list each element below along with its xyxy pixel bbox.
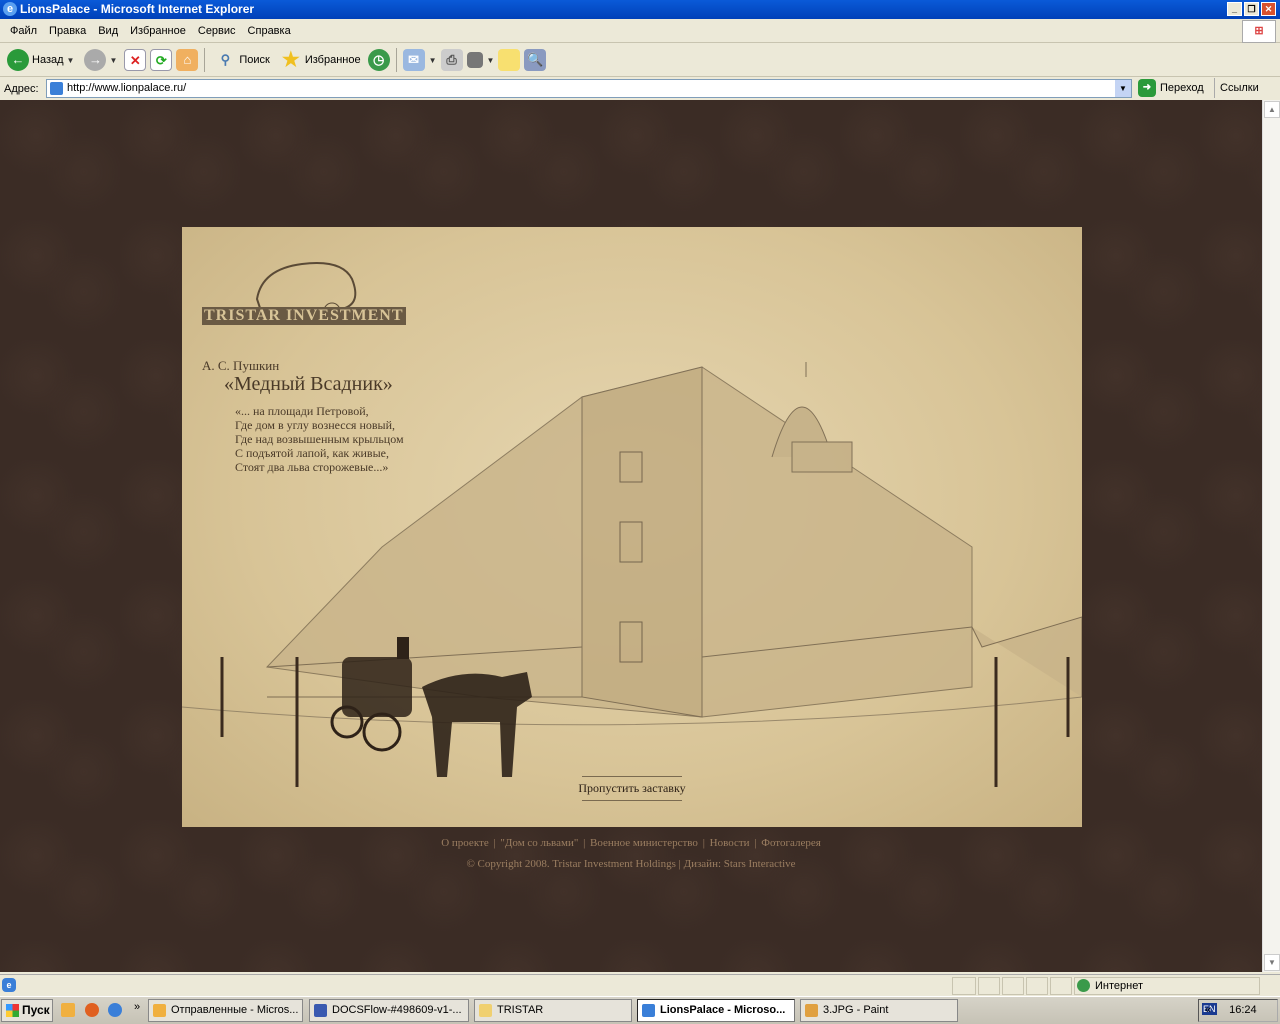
- home-icon[interactable]: ⌂: [176, 49, 199, 71]
- quicklaunch-outlook-icon[interactable]: [61, 1003, 75, 1017]
- stop-icon[interactable]: ✕: [124, 49, 147, 71]
- forward-button[interactable]: → ▼: [81, 46, 120, 74]
- poem-author: А. С. Пушкин: [202, 358, 280, 373]
- task-paint[interactable]: 3.JPG - Paint: [800, 999, 958, 1022]
- go-button[interactable]: ➜ Переход: [1138, 79, 1204, 97]
- nav-about[interactable]: О проекте: [441, 837, 489, 849]
- skip-intro-link[interactable]: Пропустить заставку: [562, 772, 702, 805]
- title-bar: e LionsPalace - Microsoft Internet Explo…: [0, 0, 1280, 19]
- close-button[interactable]: ✕: [1261, 2, 1276, 16]
- links-button[interactable]: Ссылки: [1214, 78, 1259, 98]
- quicklaunch-more[interactable]: »: [134, 1001, 140, 1013]
- task-docsflow[interactable]: DOCSFlow-#498609-v1-...: [309, 999, 469, 1022]
- quicklaunch-ie-icon[interactable]: [108, 1003, 122, 1017]
- menu-bar: Файл Правка Вид Избранное Сервис Справка: [0, 20, 1280, 43]
- notes-icon[interactable]: [498, 49, 521, 71]
- menu-help[interactable]: Справка: [242, 25, 297, 37]
- page-icon: [50, 82, 63, 95]
- print-icon[interactable]: ⎙: [440, 49, 463, 71]
- quicklaunch-firefox-icon[interactable]: [85, 1003, 99, 1017]
- nav-lion-house[interactable]: "Дом со львами": [500, 837, 578, 849]
- menu-edit[interactable]: Правка: [43, 25, 92, 37]
- menu-favorites[interactable]: Избранное: [124, 25, 192, 37]
- address-label: Адрес:: [4, 83, 39, 95]
- restore-button[interactable]: ❐: [1244, 2, 1259, 16]
- poem-text: «... на площади Петровой, Где дом в углу…: [235, 404, 404, 474]
- footer: О проекте | "Дом со львами" | Военное ми…: [441, 837, 821, 870]
- taskbar: Пуск » Отправленные - Micros... DOCSFlow…: [0, 996, 1280, 1024]
- address-bar: Адрес: http://www.lionpalace.ru/▼ ➜ Перех…: [0, 78, 1280, 100]
- edit-icon[interactable]: [466, 52, 483, 68]
- intro-panel: TRISTAR INVESTMENT А. С. Пушкин «Медный …: [182, 227, 1082, 827]
- history-icon[interactable]: ◷: [367, 49, 390, 71]
- nav-news[interactable]: Новости: [710, 837, 750, 849]
- start-button[interactable]: Пуск: [1, 999, 53, 1022]
- task-outlook[interactable]: Отправленные - Micros...: [148, 999, 303, 1022]
- back-arrow-icon: ←: [7, 49, 29, 71]
- nav-war-ministry[interactable]: Военное министерство: [590, 837, 698, 849]
- forward-arrow-icon: →: [84, 49, 107, 71]
- menu-file[interactable]: Файл: [4, 25, 43, 37]
- page-status-icon: e: [2, 978, 16, 992]
- system-tray: « 16:24: [1198, 999, 1278, 1022]
- status-bar: e Интернет: [0, 974, 1280, 996]
- security-zone: Интернет: [1074, 977, 1260, 995]
- toolbar: ← Назад ▼ → ▼ ✕ ⟳ ⌂ ⚲ Поиск ★ Избранное ◷ ✉ ▼ …: [0, 44, 1280, 77]
- tray-expand[interactable]: «: [1205, 1004, 1211, 1016]
- search-icon: ⚲: [220, 52, 231, 67]
- poem-title: «Медный Всадник»: [224, 373, 393, 395]
- web-content: TRISTAR INVESTMENT А. С. Пушкин «Медный …: [0, 100, 1262, 972]
- window-title: LionsPalace - Microsoft Internet Explore…: [20, 2, 255, 16]
- refresh-icon[interactable]: ⟳: [150, 49, 173, 71]
- task-tristar-folder[interactable]: TRISTAR: [474, 999, 632, 1022]
- star-icon: ★: [281, 49, 300, 71]
- go-arrow-icon: ➜: [1138, 79, 1156, 97]
- copyright: © Copyright 2008. Tristar Investment Hol…: [466, 858, 676, 870]
- menu-tools[interactable]: Сервис: [192, 25, 242, 37]
- back-button[interactable]: ← Назад ▼: [4, 46, 77, 74]
- task-lionspalace[interactable]: LionsPalace - Microso...: [637, 999, 795, 1022]
- menu-view[interactable]: Вид: [92, 25, 124, 37]
- nav-gallery[interactable]: Фотогалерея: [761, 837, 821, 849]
- research-icon[interactable]: 🔍: [524, 49, 547, 71]
- globe-icon: [1077, 979, 1090, 992]
- minimize-button[interactable]: _: [1227, 2, 1242, 16]
- windows-logo-icon: ⊞: [1242, 20, 1276, 43]
- search-button[interactable]: ⚲ Поиск: [211, 46, 272, 74]
- vertical-scrollbar[interactable]: ▲ ▼: [1262, 100, 1280, 972]
- logo-text: TRISTAR INVESTMENT: [202, 307, 406, 325]
- ie-icon: e: [3, 2, 17, 16]
- favorites-button[interactable]: ★ Избранное: [277, 46, 364, 74]
- address-input[interactable]: http://www.lionpalace.ru/▼: [46, 79, 1132, 98]
- address-dropdown[interactable]: ▼: [1115, 80, 1131, 97]
- design-credit[interactable]: Дизайн: Stars Interactive: [684, 858, 796, 870]
- mail-icon[interactable]: ✉: [402, 49, 425, 71]
- clock: 16:24: [1229, 1004, 1257, 1016]
